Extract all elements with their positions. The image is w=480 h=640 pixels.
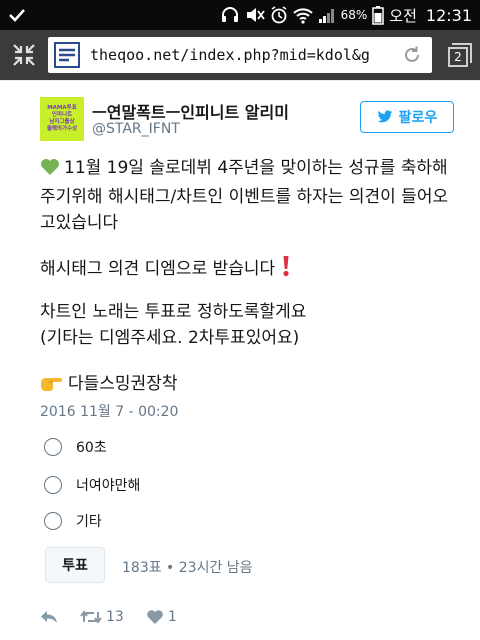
tweet-timestamp[interactable]: 2016 11월 7 - 00:20 (40, 401, 178, 421)
battery-icon (372, 5, 385, 25)
site-favicon (54, 42, 80, 68)
tab-count: 2 (448, 47, 468, 67)
tweet-text-3b: (기타는 디엠주세요. 2차투표있어요) (40, 328, 300, 348)
check-icon (8, 6, 26, 24)
poll-meta: 183표 • 23시간 남음 (122, 560, 253, 576)
retweet-icon (80, 610, 102, 624)
avatar-text-line: 인피니트 (51, 112, 73, 118)
tweet-text-1: 11월 19일 솔로데뷔 4주년을 맞이하는 성규를 축하해주기위해 해시태그/… (40, 158, 449, 233)
signal-icon (318, 6, 336, 24)
twitter-bird-icon (377, 110, 393, 123)
username[interactable]: @STAR_IFNT (92, 121, 180, 137)
exit-fullscreen-icon (13, 44, 35, 66)
browser-toolbar: theqoo.net/index.php?mid=kdol&g 2 (0, 30, 480, 80)
alarm-icon (270, 6, 288, 24)
reload-button[interactable] (398, 41, 426, 69)
headset-icon (220, 6, 240, 24)
tweet-text-4: 다들스밍권장착 (68, 374, 178, 394)
radio-button[interactable] (44, 476, 62, 494)
tabs-button[interactable]: 2 (440, 38, 474, 72)
follow-button[interactable]: 팔로우 (360, 101, 454, 133)
tweet-author: MAMA투표 인피니트 남자그룹상 올해의가수상 ㅡ연말폭트ㅡ인피니트 알리미 … (40, 97, 460, 145)
poll-option-3[interactable]: 기타 (44, 506, 102, 536)
follow-label: 팔로우 (398, 110, 438, 126)
avatar-text-line: 남자그룹상 (49, 119, 75, 125)
reply-button[interactable] (40, 609, 58, 625)
retweet-count: 13 (106, 609, 124, 625)
tweet-text-2: 해시태그 의견 디엠으로 받습니다 (40, 259, 276, 279)
tweet-paragraph-4: 다들스밍권장착 (40, 371, 460, 400)
tweet-text-3a: 차트인 노래는 투표로 정하도록할게요 (40, 302, 307, 322)
reply-icon (41, 611, 57, 623)
poll-option-2[interactable]: 너여야만해 (44, 470, 140, 500)
red-exclamation-icon (281, 255, 291, 285)
tweet-paragraph-3: 차트인 노래는 투표로 정하도록할게요 (기타는 디엠주세요. 2차투표있어요) (40, 299, 460, 351)
like-button[interactable]: 1 (146, 609, 177, 625)
like-count: 1 (167, 609, 177, 625)
url-text: theqoo.net/index.php?mid=kdol&g (90, 46, 370, 64)
wifi-icon (292, 6, 313, 24)
radio-button[interactable] (44, 512, 62, 530)
tweet-paragraph-2: 해시태그 의견 디엠으로 받습니다 (40, 255, 460, 285)
mute-icon (245, 6, 265, 24)
clock: 12:31 (425, 5, 472, 25)
green-heart-icon (40, 158, 60, 184)
avatar[interactable]: MAMA투표 인피니트 남자그룹상 올해의가수상 (40, 97, 84, 141)
poll-option-label: 60초 (76, 440, 107, 456)
avatar-text-line: MAMA투표 (47, 105, 77, 111)
tweet-paragraph-1: 11월 19일 솔로데뷔 4주년을 맞이하는 성규를 축하해주기위해 해시태그/… (40, 155, 460, 236)
pointing-hand-icon (40, 374, 64, 400)
am-pm-label: 오전 (389, 6, 417, 25)
tweet-actions: 13 1 (40, 605, 199, 629)
battery-percent: 68% (340, 8, 368, 22)
poll-option-label: 기타 (76, 514, 102, 530)
heart-icon (147, 610, 163, 624)
status-bar: 68% 오전 12:31 (0, 0, 480, 30)
radio-button[interactable] (44, 438, 62, 456)
display-name[interactable]: ㅡ연말폭트ㅡ인피니트 알리미 (92, 99, 289, 123)
avatar-text-line: 올해의가수상 (46, 126, 78, 132)
tweet-card: MAMA투표 인피니트 남자그룹상 올해의가수상 ㅡ연말폭트ㅡ인피니트 알리미 … (0, 80, 480, 640)
poll-option-label: 너여야만해 (76, 478, 141, 494)
exit-fullscreen-button[interactable] (6, 37, 42, 73)
url-bar[interactable]: theqoo.net/index.php?mid=kdol&g (48, 37, 432, 73)
retweet-button[interactable]: 13 (80, 609, 124, 625)
poll-option-1[interactable]: 60초 (44, 432, 107, 462)
reload-icon (405, 46, 419, 62)
vote-button[interactable]: 투표 (45, 547, 105, 583)
